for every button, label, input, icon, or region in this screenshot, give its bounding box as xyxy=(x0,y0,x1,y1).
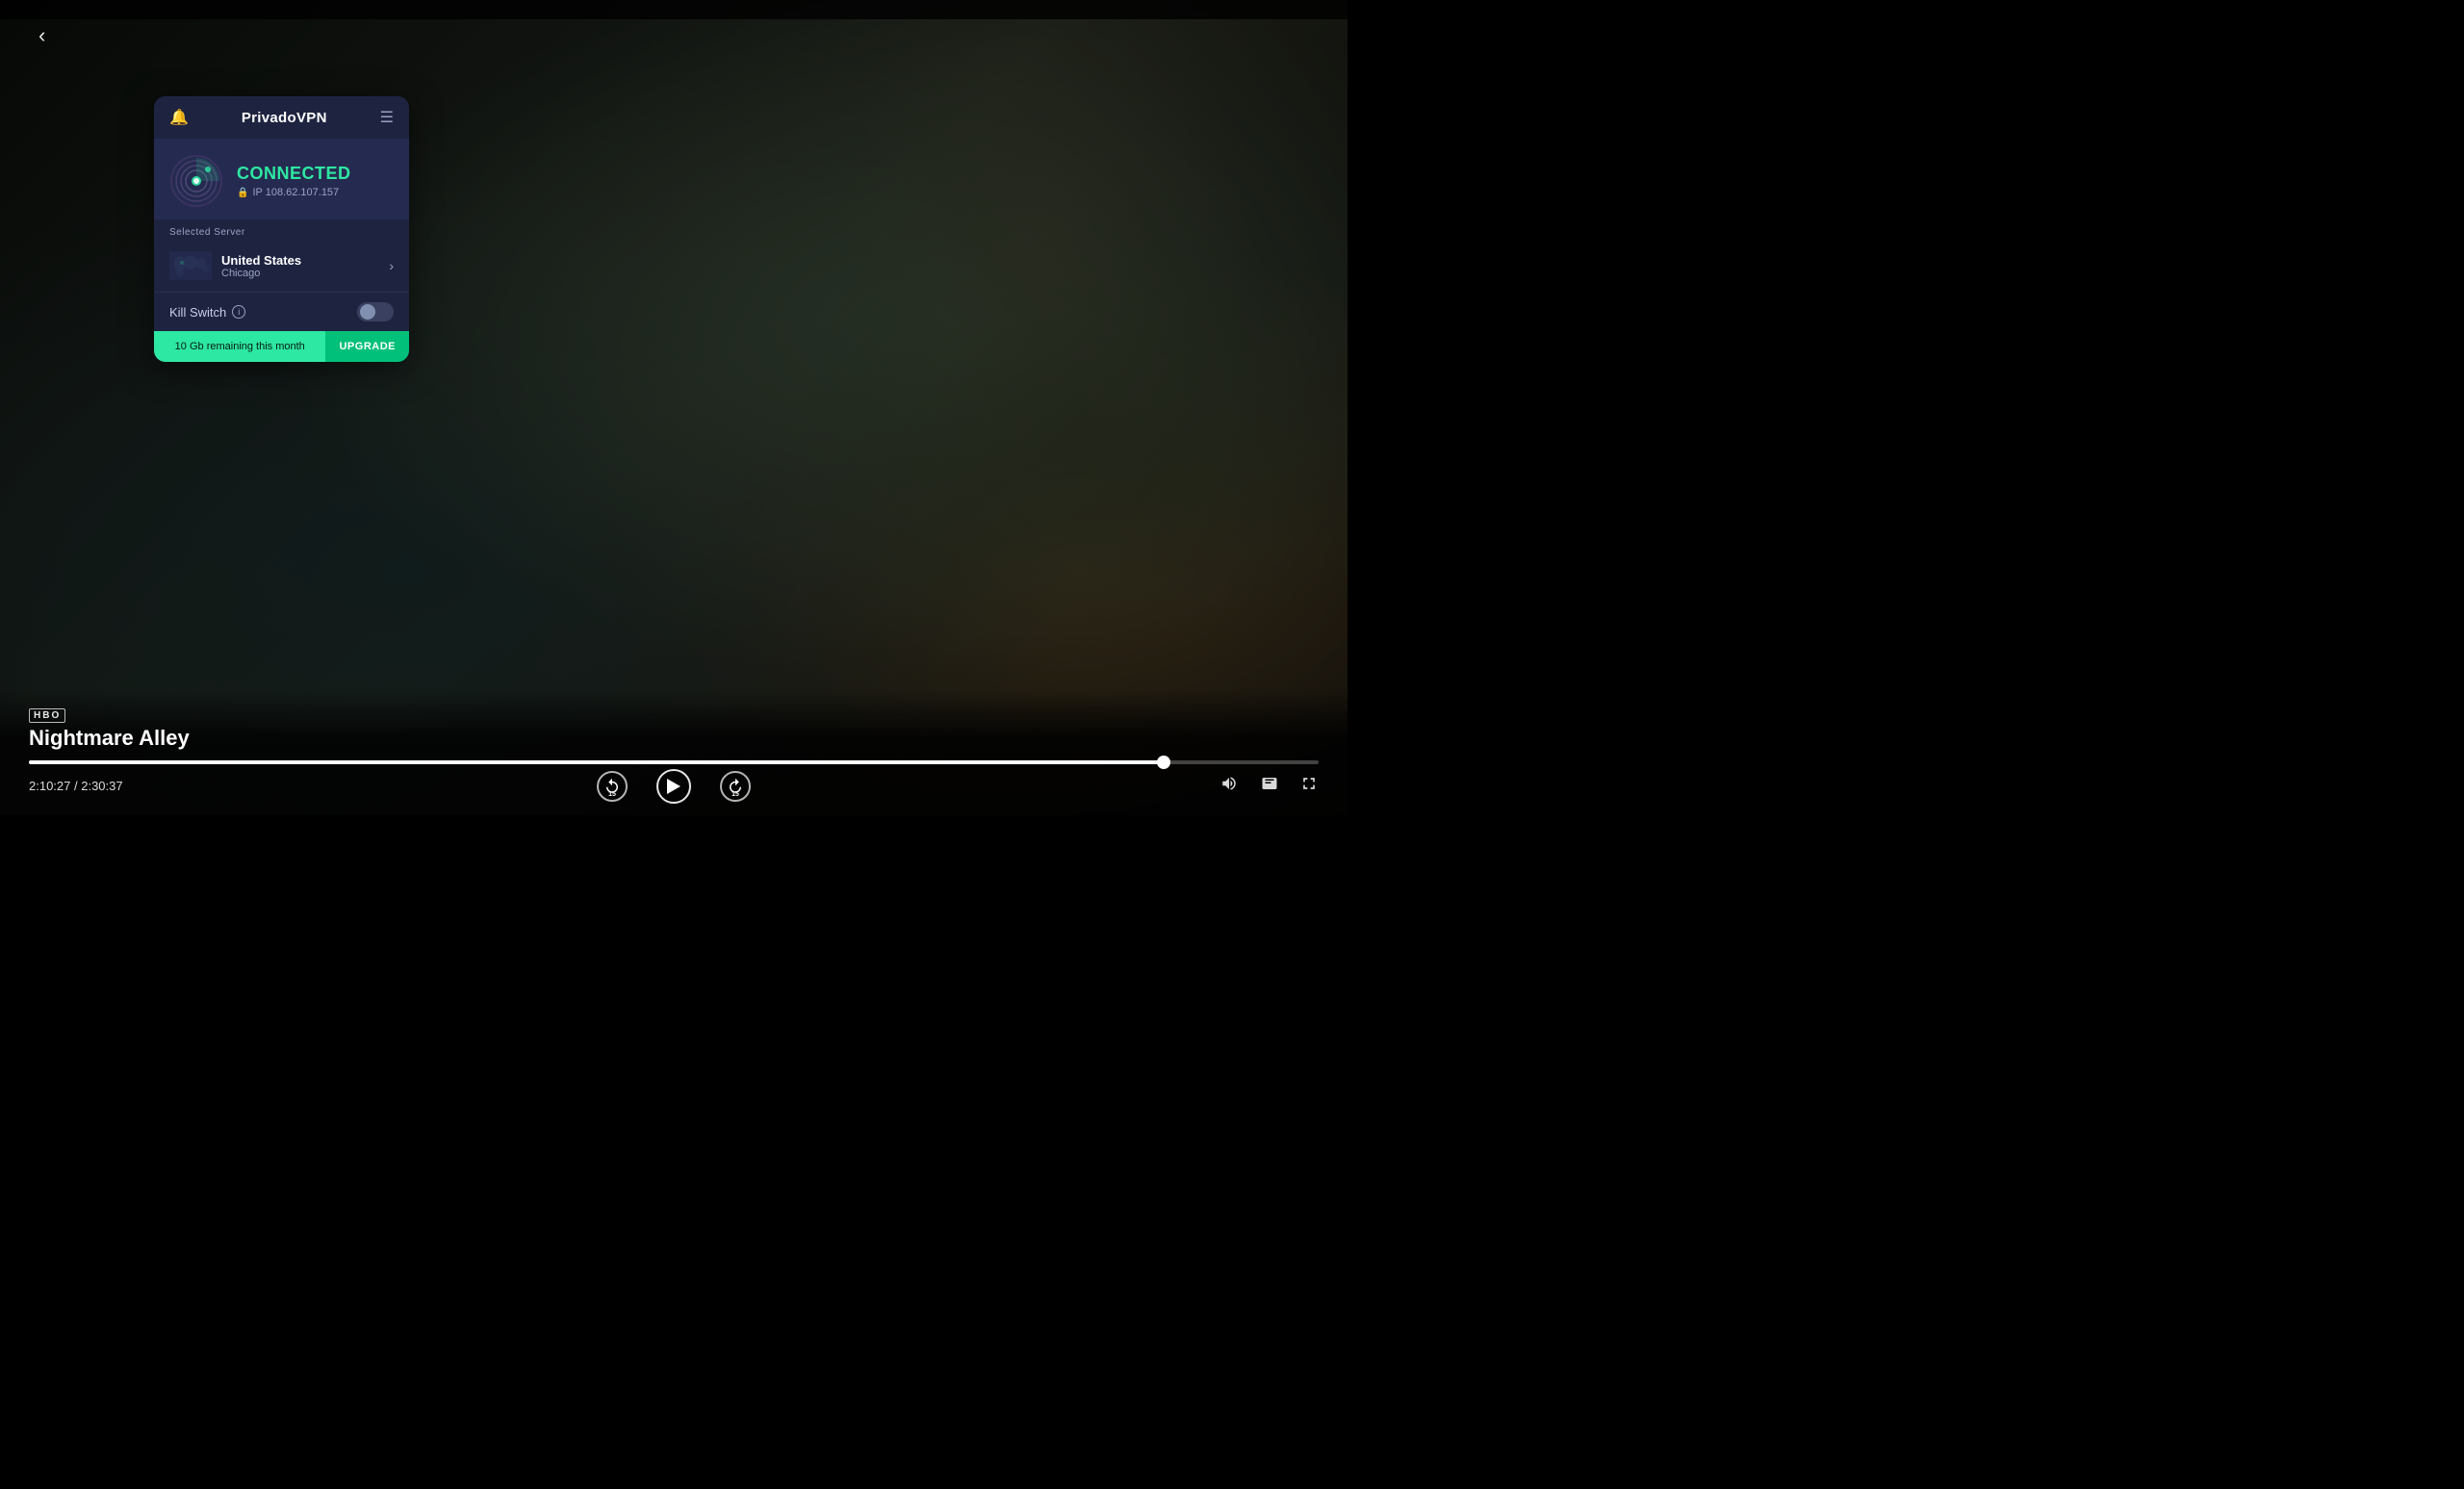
vpn-server-info: United States Chicago xyxy=(169,251,301,280)
info-icon[interactable]: i xyxy=(232,305,245,319)
controls-center: 15 15 xyxy=(597,769,751,804)
vpn-server-section: Selected Server United States Chi xyxy=(154,219,409,292)
vpn-app-name: PrivadoVPN xyxy=(242,110,327,126)
vpn-killswitch-label: Kill Switch i xyxy=(169,305,245,320)
vpn-connected-label: CONNECTED xyxy=(237,164,394,184)
controls-row: 2:10:27 / 2:30:37 15 xyxy=(29,774,1319,798)
rewind-button[interactable]: 15 xyxy=(597,771,628,802)
progress-bar[interactable] xyxy=(29,760,1319,764)
vpn-server-text: United States Chicago xyxy=(221,253,301,279)
subtitles-icon xyxy=(1259,775,1280,792)
vpn-server-city: Chicago xyxy=(221,268,301,279)
vpn-widget: 🔔 PrivadoVPN ☰ xyxy=(154,96,409,362)
bell-icon[interactable]: 🔔 xyxy=(169,108,189,127)
progress-fill xyxy=(29,760,1164,764)
back-button[interactable]: ‹ xyxy=(38,23,45,48)
progress-thumb xyxy=(1157,756,1170,769)
volume-icon xyxy=(1219,775,1240,792)
rewind-seconds: 15 xyxy=(608,791,616,798)
forward-button[interactable]: 15 xyxy=(720,771,751,802)
vpn-killswitch-row: Kill Switch i xyxy=(154,292,409,331)
player-controls: HBO Nightmare Alley 2:10:27 / 2:30:37 15 xyxy=(0,689,1348,815)
vpn-header: 🔔 PrivadoVPN ☰ xyxy=(154,96,409,139)
subtitles-button[interactable] xyxy=(1259,775,1280,797)
vpn-upgrade-button[interactable]: UPGRADE xyxy=(325,331,409,362)
hbo-logo: HBO xyxy=(29,708,1319,723)
volume-button[interactable] xyxy=(1219,775,1240,797)
vpn-radar-icon xyxy=(169,154,223,208)
lock-icon: 🔒 xyxy=(237,188,248,198)
vpn-server-label: Selected Server xyxy=(169,227,394,238)
top-bar xyxy=(0,0,1348,19)
play-icon xyxy=(667,779,680,794)
video-info: HBO Nightmare Alley xyxy=(29,708,1319,751)
forward-seconds: 15 xyxy=(732,791,739,798)
vpn-header-left-icons: 🔔 xyxy=(169,108,189,127)
chevron-right-icon[interactable]: › xyxy=(389,258,394,273)
vpn-footer-remaining: 10 Gb remaining this month xyxy=(154,331,325,362)
play-button[interactable] xyxy=(656,769,691,804)
vpn-ip-address: 🔒 IP 108.62.107.157 xyxy=(237,187,394,198)
time-display: 2:10:27 / 2:30:37 xyxy=(29,779,123,793)
toggle-thumb xyxy=(360,304,375,320)
killswitch-toggle[interactable] xyxy=(357,302,394,321)
fullscreen-icon xyxy=(1299,774,1319,793)
vpn-header-right-icons: ☰ xyxy=(380,108,394,127)
fullscreen-button[interactable] xyxy=(1299,774,1319,798)
vpn-status-info: CONNECTED 🔒 IP 108.62.107.157 xyxy=(237,164,394,198)
world-map-icon xyxy=(169,251,212,280)
menu-icon[interactable]: ☰ xyxy=(380,108,394,127)
controls-right xyxy=(1219,774,1319,798)
vpn-server-country: United States xyxy=(221,253,301,268)
vpn-server-row[interactable]: United States Chicago › xyxy=(169,244,394,288)
vpn-connected-body: CONNECTED 🔒 IP 108.62.107.157 xyxy=(154,139,409,219)
video-title: Nightmare Alley xyxy=(29,726,1319,751)
vpn-footer: 10 Gb remaining this month UPGRADE xyxy=(154,331,409,362)
